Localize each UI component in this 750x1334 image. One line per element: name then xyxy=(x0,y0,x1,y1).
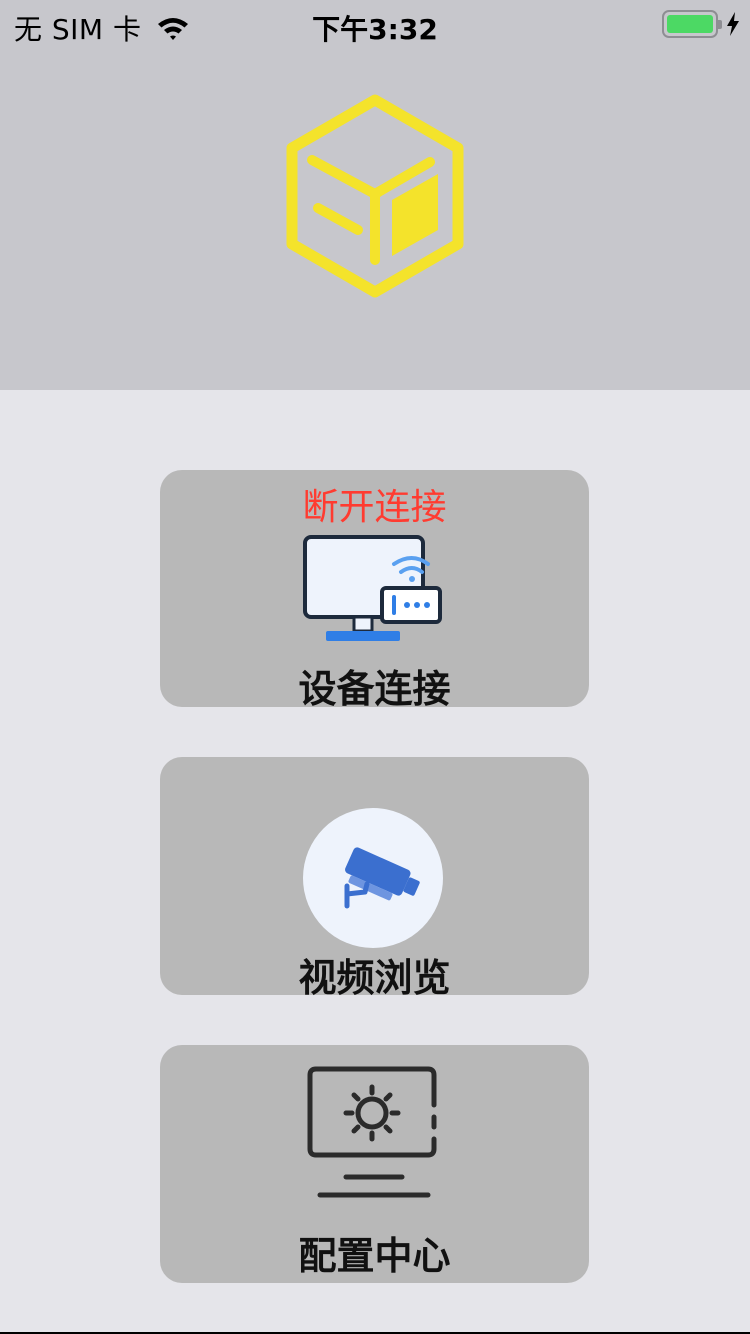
cube-logo-icon xyxy=(286,94,464,298)
status-bar: 无 SIM 卡 下午3:32 xyxy=(0,0,750,52)
battery-level xyxy=(667,15,713,33)
config-center-label: 配置中心 xyxy=(298,1234,451,1278)
charging-bolt-icon xyxy=(727,12,739,36)
video-browse-label: 视频浏览 xyxy=(298,956,451,1000)
security-camera-icon xyxy=(344,847,420,909)
camera-icon-circle xyxy=(303,808,443,948)
header-banner: 无 SIM 卡 下午3:32 xyxy=(0,0,750,390)
config-center-button[interactable]: 配置中心 xyxy=(160,1045,589,1283)
monitor-settings-icon xyxy=(307,1066,437,1198)
device-connect-button[interactable]: 断开连接 设备连接 xyxy=(160,470,589,711)
battery-cap xyxy=(718,20,722,29)
device-connect-label: 设备连接 xyxy=(298,667,451,711)
app-screen: 无 SIM 卡 下午3:32 断开连接 设备连接 视频浏览 配置中心 xyxy=(0,0,750,1334)
status-right xyxy=(662,10,740,38)
video-browse-button[interactable]: 视频浏览 xyxy=(160,757,589,1000)
disconnect-link[interactable]: 断开连接 xyxy=(160,478,589,530)
monitor-router-icon xyxy=(303,535,442,641)
status-time: 下午3:32 xyxy=(312,13,438,46)
battery-icon xyxy=(662,10,722,38)
